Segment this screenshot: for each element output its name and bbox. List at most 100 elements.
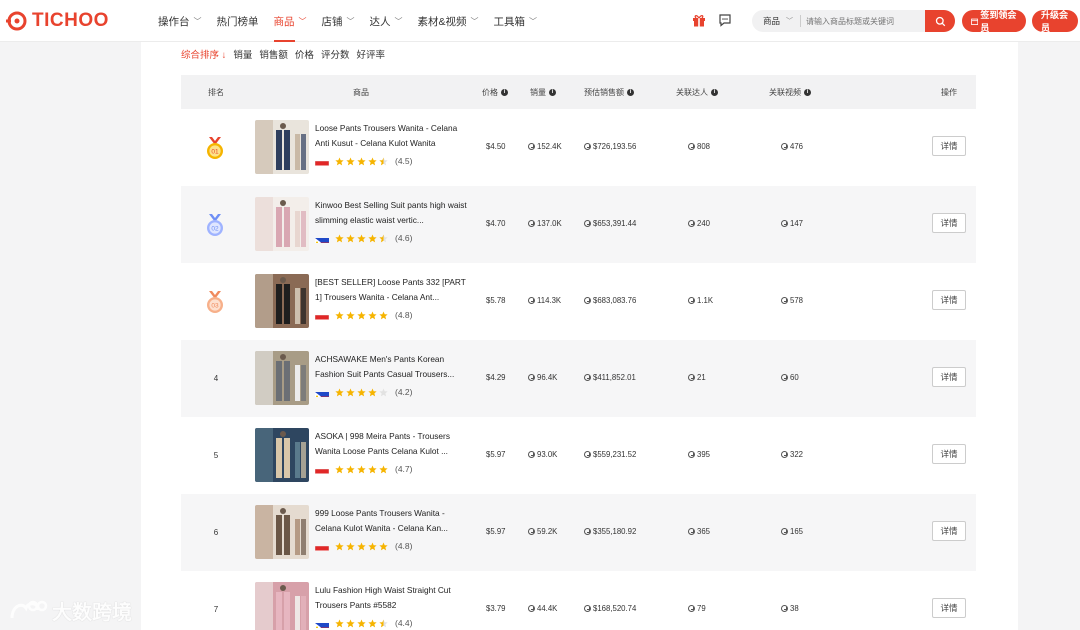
product-thumbnail[interactable] (255, 505, 309, 559)
product-thumbnail[interactable] (255, 351, 309, 405)
nav-item-creators[interactable]: 达人 ﹀ (370, 0, 403, 42)
clock-icon (781, 374, 788, 381)
info-icon[interactable]: i (627, 89, 634, 96)
product-thumbnail[interactable] (255, 274, 309, 328)
rating-stars (335, 464, 390, 474)
brand-logo[interactable]: TICHOO (6, 10, 109, 32)
clock-icon (688, 451, 695, 458)
detail-button[interactable]: 详情 (932, 598, 966, 618)
info-icon[interactable]: i (711, 89, 718, 96)
videos-cell: 476 (781, 142, 803, 151)
nav-label: 操作台 (158, 15, 190, 28)
star-icon (379, 541, 388, 550)
product-thumbnail[interactable] (255, 582, 309, 630)
clock-icon (528, 143, 535, 150)
product-title-link[interactable]: Lulu Fashion High Waist Straight Cut Tro… (315, 583, 472, 613)
rating-stars (335, 618, 390, 628)
nav-item-toolbox[interactable]: 工具箱 ﹀ (494, 0, 538, 42)
signin-member-button[interactable]: 签到领会员 (962, 10, 1026, 33)
header-videos[interactable]: 关联视频 i (769, 87, 811, 98)
star-icon (357, 233, 366, 242)
creators-cell: 395 (688, 450, 710, 459)
detail-button[interactable]: 详情 (932, 444, 966, 464)
table-row: 7 Lulu Fashion High Waist Straight Cut T… (181, 571, 976, 630)
star-icon (346, 233, 355, 242)
detail-button[interactable]: 详情 (932, 367, 966, 387)
header-price[interactable]: 价格 i (482, 87, 508, 98)
creators-cell: 808 (688, 142, 710, 151)
upgrade-member-button[interactable]: 升级会员 (1032, 10, 1078, 33)
nav-item-hot-lists[interactable]: 热门榜单 (217, 0, 259, 42)
videos-value: 38 (790, 604, 799, 613)
product-title-link[interactable]: [BEST SELLER] Loose Pants 332 [PART 1] T… (315, 275, 472, 305)
product-title-link[interactable]: 999 Loose Pants Trousers Wanita - Celana… (315, 506, 472, 536)
sales-value: 93.0K (537, 450, 558, 459)
product-thumbnail[interactable] (255, 197, 309, 251)
search-button[interactable] (925, 10, 955, 32)
star-icon (368, 156, 377, 165)
rating-stars (335, 233, 390, 243)
sort-rating-count[interactable]: 评分数 (321, 47, 350, 61)
info-icon[interactable]: i (501, 89, 508, 96)
product-thumbnail[interactable] (255, 120, 309, 174)
detail-button[interactable]: 详情 (932, 290, 966, 310)
chevron-down-icon: ﹀ (298, 16, 307, 26)
header-action: 操作 (941, 87, 957, 98)
revenue-value: $559,231.52 (593, 450, 637, 459)
revenue-value: $653,391.44 (593, 219, 637, 228)
nav-item-workbench[interactable]: 操作台 ﹀ (158, 0, 202, 42)
sort-revenue[interactable]: 销售额 (259, 47, 288, 61)
header-label: 销量 (530, 88, 546, 97)
product-title-link[interactable]: ACHSAWAKE Men's Pants Korean Fashion Sui… (315, 352, 472, 382)
price-cell: $5.97 (486, 527, 506, 536)
rating-value: (4.7) (395, 464, 413, 474)
product-title-link[interactable]: Loose Pants Trousers Wanita - Celana Ant… (315, 121, 472, 151)
clock-icon (688, 528, 695, 535)
price-cell: $4.70 (486, 219, 506, 228)
sort-composite[interactable]: 综合排序 ↓ (181, 47, 226, 61)
header-creators[interactable]: 关联达人 i (676, 87, 718, 98)
nav-item-shops[interactable]: 店铺 ﹀ (322, 0, 355, 42)
sort-price[interactable]: 价格 (295, 47, 314, 61)
info-icon[interactable]: i (804, 89, 811, 96)
watermark: 大数跨境 (8, 596, 132, 625)
header-revenue[interactable]: 预估销售额 i (584, 87, 634, 98)
sort-sales[interactable]: 销量 (233, 47, 252, 61)
gift-icon[interactable] (692, 13, 706, 27)
search-input[interactable] (806, 16, 924, 26)
search-category-select[interactable]: 商品 ﹀ (752, 15, 800, 27)
detail-button[interactable]: 详情 (932, 213, 966, 233)
star-icon (379, 464, 388, 473)
star-icon (346, 387, 355, 396)
product-thumbnail[interactable] (255, 428, 309, 482)
price-cell: $5.97 (486, 450, 506, 459)
rating-value: (4.8) (395, 541, 413, 551)
sort-positive-rate[interactable]: 好评率 (356, 47, 385, 61)
clock-icon (528, 451, 535, 458)
table-row: 6 999 Loose Pants Trousers Wanita - Cela… (181, 494, 976, 571)
message-icon[interactable] (718, 13, 732, 27)
creators-cell: 21 (688, 373, 706, 382)
header-sales[interactable]: 销量 i (530, 87, 556, 98)
search-icon (935, 16, 945, 26)
product-title-link[interactable]: Kinwoo Best Selling Suit pants high wais… (315, 198, 472, 228)
star-icon (335, 156, 344, 165)
nav-item-products[interactable]: 商品 ﹀ (273, 0, 307, 42)
nav-item-materials-videos[interactable]: 素材&视频 ﹀ (418, 0, 479, 42)
clock-icon (688, 220, 695, 227)
detail-button[interactable]: 详情 (932, 521, 966, 541)
info-icon[interactable]: i (549, 89, 556, 96)
detail-button[interactable]: 详情 (932, 136, 966, 156)
header-rank: 排名 (208, 87, 224, 98)
search-category-label: 商品 (763, 16, 781, 26)
star-icon (379, 156, 388, 165)
star-icon (357, 541, 366, 550)
product-title-link[interactable]: ASOKA | 998 Meira Pants - Trousers Wanit… (315, 429, 472, 459)
rating-value: (4.6) (395, 233, 413, 243)
price-cell: $4.29 (486, 373, 506, 382)
watermark-text: 大数跨境 (52, 602, 132, 624)
sales-cell: 114.3K (528, 296, 561, 305)
signin-label: 签到领会员 (980, 10, 1017, 33)
search-bar: 商品 ﹀ (752, 10, 955, 32)
star-icon (368, 310, 377, 319)
